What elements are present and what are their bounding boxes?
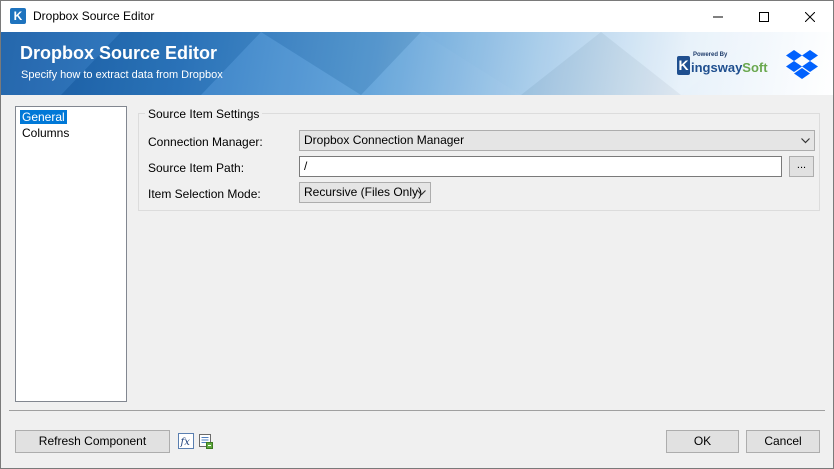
maximize-button[interactable] [741, 1, 787, 32]
kingswaysoft-logo: Powered By K ingswaySoft [677, 52, 768, 78]
item-selection-mode-dropdown[interactable]: Recursive (Files Only) [299, 182, 431, 203]
banner-subtitle: Specify how to extract data from Dropbox [21, 69, 223, 81]
source-item-path-label: Source Item Path: [148, 161, 245, 175]
group-title: Source Item Settings [145, 107, 263, 121]
powered-by-label: Powered By [693, 52, 728, 58]
window-title: Dropbox Source Editor [33, 9, 155, 23]
minimize-icon [713, 16, 723, 17]
variables-icon[interactable] [198, 433, 214, 449]
minimize-button[interactable] [695, 1, 741, 32]
close-icon [805, 11, 815, 22]
cancel-button[interactable]: Cancel [746, 430, 820, 453]
connection-manager-value: Dropbox Connection Manager [304, 133, 465, 147]
kingsway-app-icon: K [10, 8, 26, 24]
kingsway-k-badge: K [677, 56, 690, 75]
dropbox-source-editor-window: K Dropbox Source Editor Dropbox Source E… [0, 0, 834, 469]
source-item-path-input[interactable]: / [299, 156, 782, 177]
svg-text:fx: fx [180, 437, 191, 448]
nav-item-general[interactable]: General [20, 110, 67, 124]
header-banner: Dropbox Source Editor Specify how to ext… [1, 32, 833, 95]
connection-manager-dropdown[interactable]: Dropbox Connection Manager [299, 130, 815, 151]
nav-item-columns[interactable]: Columns [20, 126, 71, 140]
chevron-down-icon [417, 183, 426, 202]
dropbox-icon [786, 50, 818, 79]
ok-button[interactable]: OK [666, 430, 739, 453]
banner-title: Dropbox Source Editor [20, 43, 218, 63]
connection-manager-label: Connection Manager: [148, 135, 263, 149]
chevron-down-icon [801, 131, 810, 150]
title-bar[interactable]: K Dropbox Source Editor [1, 1, 833, 32]
maximize-icon [759, 11, 769, 22]
close-button[interactable] [787, 1, 833, 32]
item-selection-mode-label: Item Selection Mode: [148, 187, 261, 201]
kingsway-wordmark: ingswaySoft [691, 60, 768, 75]
fx-icon[interactable]: fx [178, 433, 194, 449]
refresh-component-button[interactable]: Refresh Component [15, 430, 170, 453]
browse-button[interactable]: ... [789, 156, 814, 177]
footer-separator [9, 410, 825, 411]
item-selection-mode-value: Recursive (Files Only) [304, 185, 423, 199]
navigation-list[interactable]: General Columns [15, 106, 127, 402]
